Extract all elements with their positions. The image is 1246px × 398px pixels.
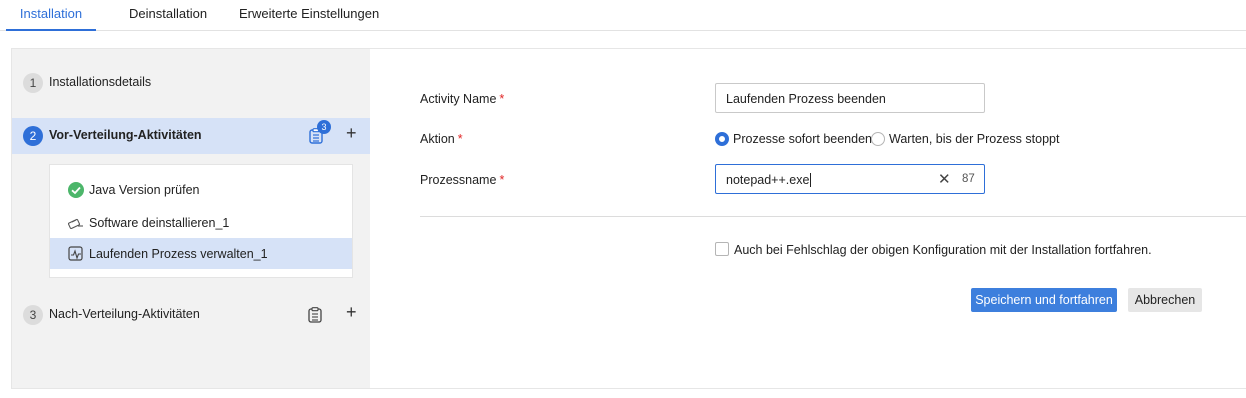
form-divider xyxy=(420,216,1246,217)
step-post-deployment[interactable]: 3 Nach-Verteilung-Aktivitäten + xyxy=(12,297,370,333)
pre-deployment-activity-list: Java Version prüfen Software deinstallie… xyxy=(49,164,353,278)
step-number: 2 xyxy=(23,126,43,146)
check-circle-icon xyxy=(68,182,84,198)
process-name-value: notepad++.exe xyxy=(726,173,810,187)
clear-icon[interactable]: ✕ xyxy=(938,170,951,188)
step-installation-details[interactable]: 1 Installationsdetails xyxy=(12,65,370,101)
tab-advanced-settings[interactable]: Erweiterte Einstellungen xyxy=(239,6,379,31)
radio-dot xyxy=(715,132,729,146)
uninstall-icon xyxy=(68,218,83,230)
action-label: Aktion * xyxy=(420,132,463,146)
radio-label: Warten, bis der Prozess stoppt xyxy=(889,132,1060,146)
radio-wait-for-stop[interactable]: Warten, bis der Prozess stoppt xyxy=(871,132,1061,148)
text-cursor xyxy=(810,173,812,187)
step-label: Installationsdetails xyxy=(49,75,152,89)
clipboard-list-icon[interactable] xyxy=(308,307,322,323)
activity-count-badge: 3 xyxy=(317,120,331,134)
radio-label: Prozesse sofort beenden xyxy=(733,132,872,146)
activity-name-input[interactable]: Laufenden Prozess beenden xyxy=(715,83,985,113)
list-item-uninstall-software[interactable]: Software deinstallieren_1 xyxy=(50,207,352,238)
add-activity-icon[interactable]: + xyxy=(346,303,360,321)
list-item-label: Laufenden Prozess verwalten_1 xyxy=(89,247,268,261)
step-number: 3 xyxy=(23,305,43,325)
list-item-java-version[interactable]: Java Version prüfen xyxy=(50,174,352,205)
required-mark: * xyxy=(499,92,505,106)
activity-name-label: Activity Name * xyxy=(420,92,505,106)
continue-on-failure-label: Auch bei Fehlschlag der obigen Konfigura… xyxy=(734,243,1152,257)
steps-sidebar: 1 Installationsdetails 2 Vor-Verteilung-… xyxy=(12,49,370,388)
list-item-manage-process[interactable]: Laufenden Prozess verwalten_1 xyxy=(50,238,352,269)
process-name-input[interactable]: notepad++.exe ✕ 87 xyxy=(715,164,985,194)
process-icon xyxy=(68,246,83,261)
radio-kill-immediately[interactable]: Prozesse sofort beenden xyxy=(715,132,872,148)
add-activity-icon[interactable]: + xyxy=(346,124,360,142)
main-panel: 1 Installationsdetails 2 Vor-Verteilung-… xyxy=(11,48,1246,389)
step-pre-deployment[interactable]: 2 Vor-Verteilung-Aktivitäten 3 + xyxy=(12,118,370,154)
cancel-button[interactable]: Abbrechen xyxy=(1128,288,1202,312)
required-mark: * xyxy=(457,132,463,146)
tab-bar: Installation Deinstallation Erweiterte E… xyxy=(0,0,1246,31)
step-label: Vor-Verteilung-Aktivitäten xyxy=(49,128,202,142)
step-label: Nach-Verteilung-Aktivitäten xyxy=(49,307,200,321)
step-number: 1 xyxy=(23,73,43,93)
list-item-label: Software deinstallieren_1 xyxy=(89,216,230,230)
radio-dot xyxy=(871,132,885,146)
character-counter: 87 xyxy=(962,173,975,185)
list-item-label: Java Version prüfen xyxy=(89,183,200,197)
tab-installation[interactable]: Installation xyxy=(6,6,96,31)
process-name-label: Prozessname * xyxy=(420,173,505,187)
continue-on-failure-checkbox[interactable] xyxy=(715,242,729,256)
save-and-continue-button[interactable]: Speichern und fortfahren xyxy=(971,288,1117,312)
required-mark: * xyxy=(499,173,505,187)
tab-deinstallation[interactable]: Deinstallation xyxy=(129,6,207,31)
